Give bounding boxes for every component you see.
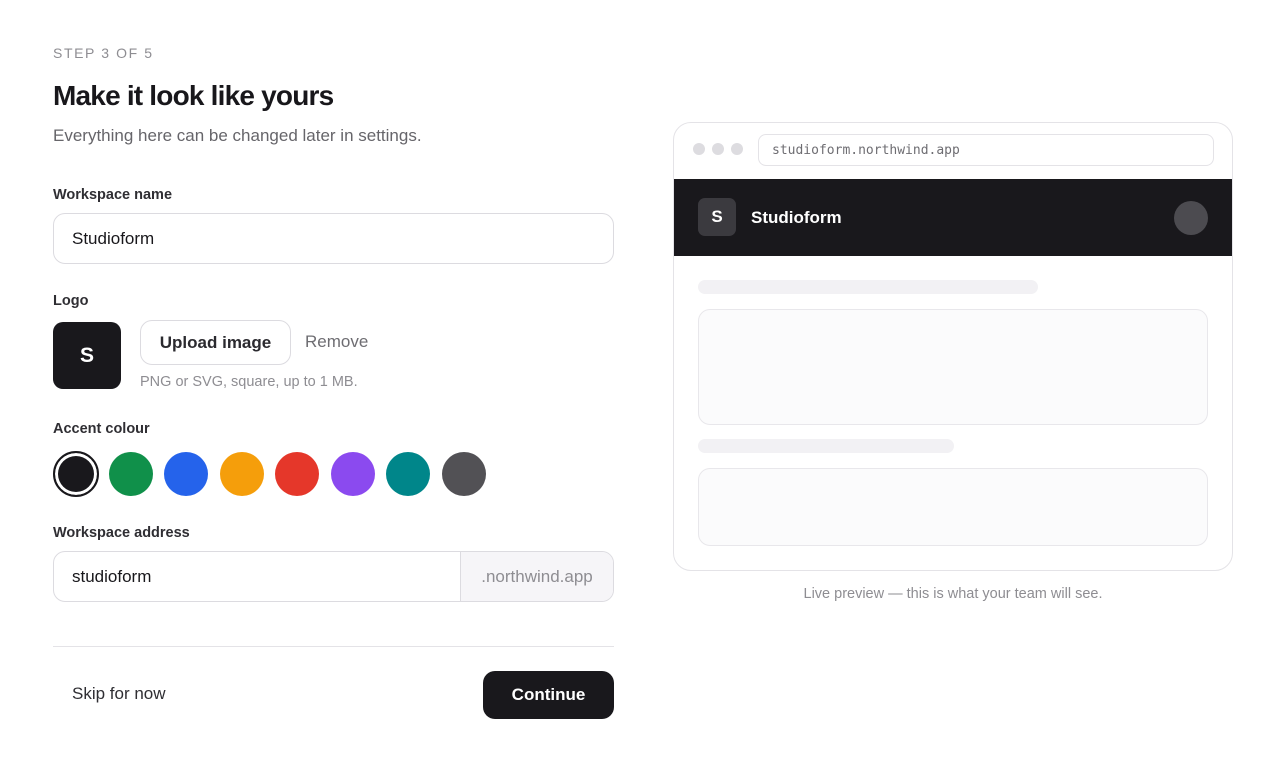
address-domain-suffix: .northwind.app — [460, 552, 613, 601]
accent-colour-label: Accent colour — [53, 421, 150, 437]
swatch-orange[interactable] — [220, 452, 264, 496]
window-dot-icon — [731, 143, 743, 155]
skeleton-line — [698, 280, 1038, 294]
swatch-blue[interactable] — [164, 452, 208, 496]
page-subtitle: Everything here can be changed later in … — [53, 126, 422, 145]
window-dot-icon — [712, 143, 724, 155]
step-indicator: STEP 3 OF 5 — [53, 45, 154, 61]
workspace-address-label: Workspace address — [53, 525, 190, 541]
preview-url: studioform.northwind.app — [772, 143, 960, 158]
remove-logo-button[interactable]: Remove — [305, 332, 368, 352]
continue-button[interactable]: Continue — [483, 671, 614, 719]
upload-image-button[interactable]: Upload image — [140, 320, 291, 365]
live-preview-window: studioform.northwind.app S Studioform — [673, 122, 1233, 571]
preview-caption: Live preview — this is what your team wi… — [803, 586, 1103, 602]
swatch-purple[interactable] — [331, 452, 375, 496]
page-title: Make it look like yours — [53, 80, 334, 111]
preview-app-name: Studioform — [751, 208, 842, 227]
skip-button[interactable]: Skip for now — [72, 684, 166, 704]
footer-divider — [53, 646, 614, 647]
workspace-name-value: Studioform — [72, 229, 155, 248]
workspace-address-value: studioform — [72, 567, 152, 586]
workspace-name-input[interactable]: Studioform — [53, 213, 614, 264]
logo-label: Logo — [53, 293, 89, 309]
skeleton-card — [698, 468, 1208, 546]
logo-hint: PNG or SVG, square, up to 1 MB. — [140, 374, 358, 390]
preview-url-bar: studioform.northwind.app — [758, 134, 1214, 166]
preview-avatar — [1174, 201, 1208, 235]
skeleton-card — [698, 309, 1208, 425]
skeleton-line — [698, 439, 954, 453]
preview-logo: S — [698, 198, 736, 236]
workspace-name-label: Workspace name — [53, 187, 173, 203]
accent-colour-picker — [53, 451, 513, 497]
workspace-address-input[interactable]: studioform .northwind.app — [53, 551, 614, 602]
swatch-black[interactable] — [53, 451, 99, 497]
window-dot-icon — [693, 143, 705, 155]
swatch-gray[interactable] — [442, 452, 486, 496]
logo-preview: S — [53, 322, 121, 389]
browser-chrome: studioform.northwind.app — [674, 123, 1232, 179]
swatch-green[interactable] — [109, 452, 153, 496]
swatch-teal[interactable] — [386, 452, 430, 496]
preview-app-header: S Studioform — [674, 179, 1232, 256]
swatch-red[interactable] — [275, 452, 319, 496]
